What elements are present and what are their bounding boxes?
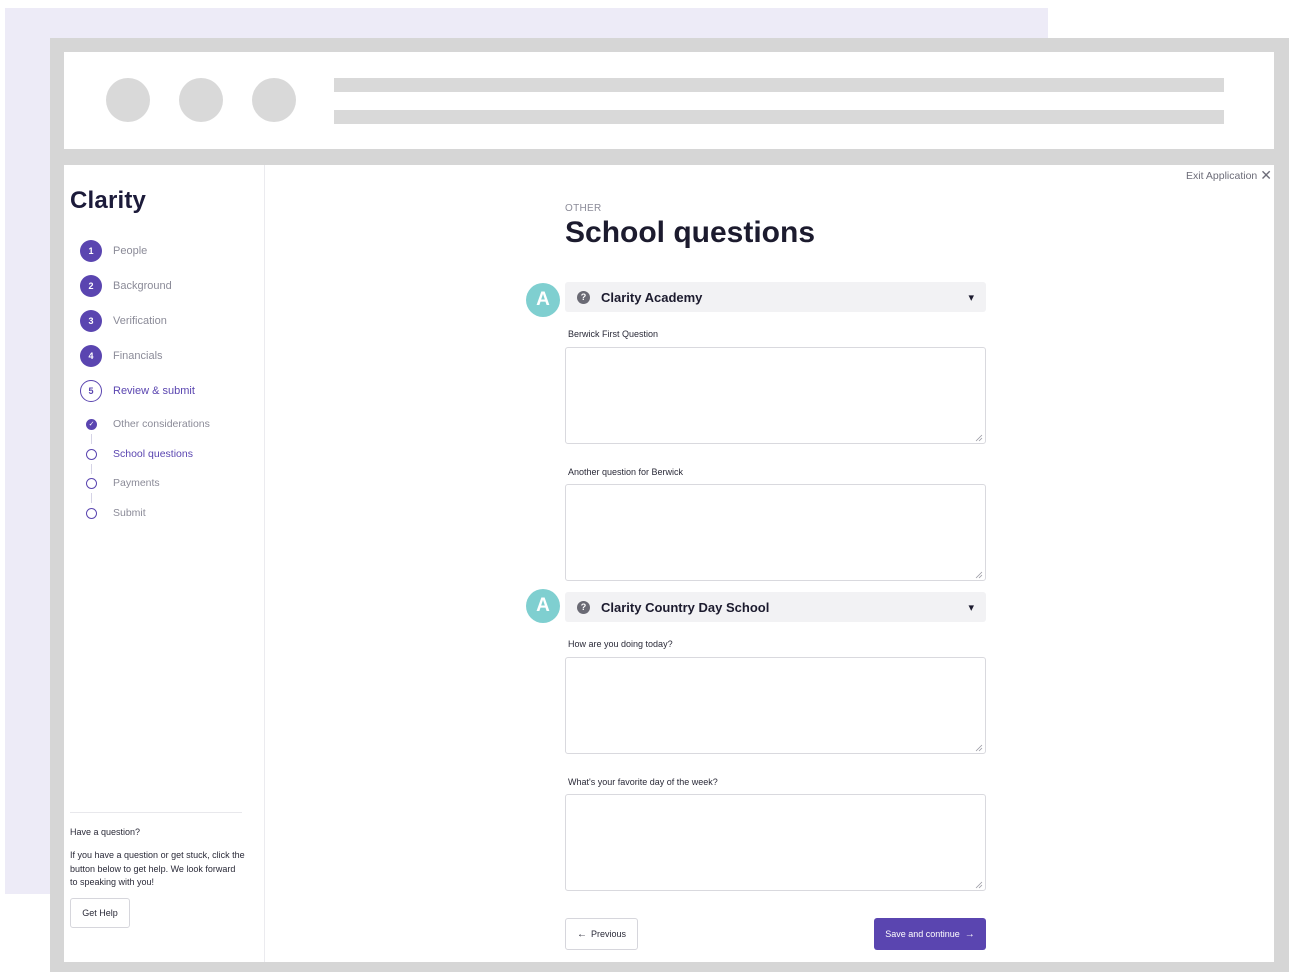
substep-label: Payments: [113, 477, 160, 489]
close-icon: ✕: [1260, 167, 1272, 183]
window-control-dot: [252, 78, 296, 122]
step-people[interactable]: 1 People: [80, 239, 147, 263]
save-and-continue-button[interactable]: Save and continue →: [874, 918, 986, 950]
page-title: School questions: [565, 216, 816, 249]
substep-label: Other considerations: [113, 418, 210, 430]
browser-toolbar: [64, 52, 1274, 149]
school-name: Clarity Country Day School: [601, 599, 770, 615]
step-label: Verification: [113, 315, 167, 327]
step-verification[interactable]: 3 Verification: [80, 309, 167, 333]
substep-connector: [91, 493, 92, 503]
placeholder-line: [334, 110, 1224, 124]
step-label: Review & submit: [113, 385, 195, 397]
arrow-left-icon: ←: [576, 928, 587, 940]
get-help-button[interactable]: Get Help: [70, 898, 130, 928]
help-circle-icon: ?: [577, 290, 590, 304]
save-and-continue-label: Save and continue: [885, 929, 960, 939]
arrow-right-icon: →: [964, 928, 975, 940]
question-label: Berwick First Question: [568, 329, 659, 339]
step-financials[interactable]: 4 Financials: [80, 344, 163, 368]
question-label: What's your favorite day of the week?: [568, 777, 718, 787]
substep-connector: [91, 464, 92, 474]
window-control-dot: [106, 78, 150, 122]
step-label: Financials: [113, 350, 163, 362]
step-background[interactable]: 2 Background: [80, 274, 172, 298]
step-label: Background: [113, 280, 172, 292]
application-window: Clarity 1 People 2 Background 3 Verifica…: [64, 165, 1274, 962]
exit-label: Exit Application: [1186, 169, 1258, 182]
answer-textarea[interactable]: [565, 347, 986, 444]
step-number: 5: [80, 380, 102, 402]
previous-button[interactable]: ← Previous: [565, 918, 638, 950]
annotation-badge: A: [526, 283, 560, 317]
step-number: 3: [80, 310, 102, 332]
help-text: If you have a question or get stuck, cli…: [70, 850, 245, 887]
step-number: 2: [80, 275, 102, 297]
question-label: How are you doing today?: [568, 639, 673, 649]
section-eyebrow: OTHER: [565, 203, 602, 214]
step-review-submit[interactable]: 5 Review & submit: [80, 379, 195, 403]
chevron-down-icon: ▾: [968, 601, 974, 614]
substep-payments[interactable]: Payments: [86, 476, 160, 490]
substep-school-questions[interactable]: School questions: [86, 447, 193, 461]
substep-label: Submit: [113, 507, 146, 519]
substep-submit[interactable]: Submit: [86, 506, 146, 520]
sidebar-divider: [70, 812, 242, 813]
circle-icon: [86, 448, 97, 460]
school-accordion-clarity-academy[interactable]: ? Clarity Academy ▾: [565, 282, 986, 312]
help-title: Have a question?: [70, 827, 141, 837]
step-label: People: [113, 245, 148, 257]
substep-other-considerations[interactable]: ✓ Other considerations: [86, 417, 210, 431]
check-icon: ✓: [86, 418, 97, 430]
window-control-dot: [179, 78, 223, 122]
previous-label: Previous: [590, 929, 626, 939]
substep-label: School questions: [113, 448, 193, 460]
question-label: Another question for Berwick: [568, 467, 684, 477]
sidebar: Clarity 1 People 2 Background 3 Verifica…: [64, 165, 265, 962]
step-number: 1: [80, 240, 102, 262]
answer-textarea[interactable]: [565, 794, 986, 891]
step-number: 4: [80, 345, 102, 367]
school-name: Clarity Academy: [601, 289, 703, 305]
circle-icon: [86, 507, 97, 519]
answer-textarea[interactable]: [565, 484, 986, 581]
answer-textarea[interactable]: [565, 657, 986, 754]
school-accordion-clarity-country-day[interactable]: ? Clarity Country Day School ▾: [565, 592, 986, 622]
annotation-badge: A: [526, 589, 560, 623]
circle-icon: [86, 477, 97, 489]
chevron-down-icon: ▾: [968, 291, 974, 304]
brand-logo: Clarity: [70, 187, 147, 214]
substep-connector: [91, 434, 92, 444]
placeholder-line: [334, 78, 1224, 92]
exit-application-link[interactable]: Exit Application ✕: [1186, 167, 1272, 184]
help-circle-icon: ?: [577, 600, 590, 614]
